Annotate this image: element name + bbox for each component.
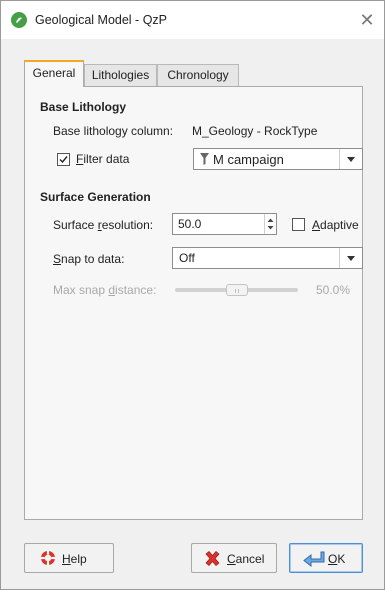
base-lithology-column-label: Base lithology column: [53, 124, 174, 138]
base-lithology-heading: Base Lithology [40, 100, 127, 114]
general-panel: Base Lithology Base lithology column: M_… [24, 86, 363, 520]
surface-resolution-label: Surface resolution: [53, 218, 154, 232]
close-icon[interactable]: ✕ [356, 9, 378, 31]
snap-to-data-label: Snap to data: [53, 252, 125, 266]
title-bar: Geological Model - QzP ✕ [1, 1, 384, 39]
grip-icon [234, 289, 239, 293]
tab-general[interactable]: General [24, 60, 84, 87]
tab-chronology[interactable]: Chronology [157, 64, 239, 86]
spin-buttons[interactable] [264, 214, 276, 234]
help-button-label-accel: H [62, 552, 71, 566]
max-snap-distance-value: 50.0% [316, 283, 351, 297]
filter-data-checkbox[interactable] [57, 153, 70, 166]
ok-button-label: K [337, 552, 346, 566]
filter-funnel-icon [200, 153, 209, 168]
spin-arrows-icon [267, 218, 274, 230]
help-button[interactable]: Help [24, 543, 114, 573]
chevron-down-icon [347, 157, 355, 162]
base-lithology-column-value: M_Geology - RockType [192, 124, 318, 138]
adaptive-label[interactable]: Adaptive [312, 218, 359, 232]
snap-to-data-value: Off [179, 251, 195, 265]
checkmark-icon [59, 156, 68, 164]
surface-resolution-spinbox[interactable]: 50.0 [172, 213, 277, 235]
cancel-button-label: ancel [235, 552, 265, 566]
tab-lithologies[interactable]: Lithologies [84, 64, 157, 86]
cancel-x-icon [204, 550, 221, 570]
return-arrow-icon [303, 551, 325, 570]
leapfrog-app-icon [11, 12, 27, 28]
surface-resolution-value: 50.0 [178, 217, 202, 231]
adaptive-checkbox[interactable] [292, 218, 305, 231]
help-lifebuoy-icon [40, 550, 56, 569]
filter-dropdown-arrow [339, 149, 362, 169]
max-snap-distance-label: Max snap distance: [53, 283, 157, 297]
ok-button-label-accel: O [328, 552, 338, 566]
chevron-down-icon [347, 256, 355, 261]
surface-generation-heading: Surface Generation [40, 190, 151, 204]
ok-button[interactable]: OK [289, 543, 363, 573]
filter-data-label[interactable]: Filter data [76, 152, 129, 166]
help-button-label: elp [70, 552, 87, 566]
snap-to-data-select[interactable]: Off [172, 247, 363, 269]
dialog-window: Geological Model - QzP ✕ General Litholo… [0, 0, 385, 590]
snap-dropdown-arrow [339, 248, 362, 268]
cancel-button-label-accel: C [227, 552, 236, 566]
cancel-button[interactable]: Cancel [191, 543, 277, 573]
filter-select-value: M campaign [213, 152, 284, 167]
slider-handle[interactable] [225, 284, 248, 296]
filter-select[interactable]: M campaign [193, 148, 363, 170]
window-title: Geological Model - QzP [35, 13, 168, 27]
